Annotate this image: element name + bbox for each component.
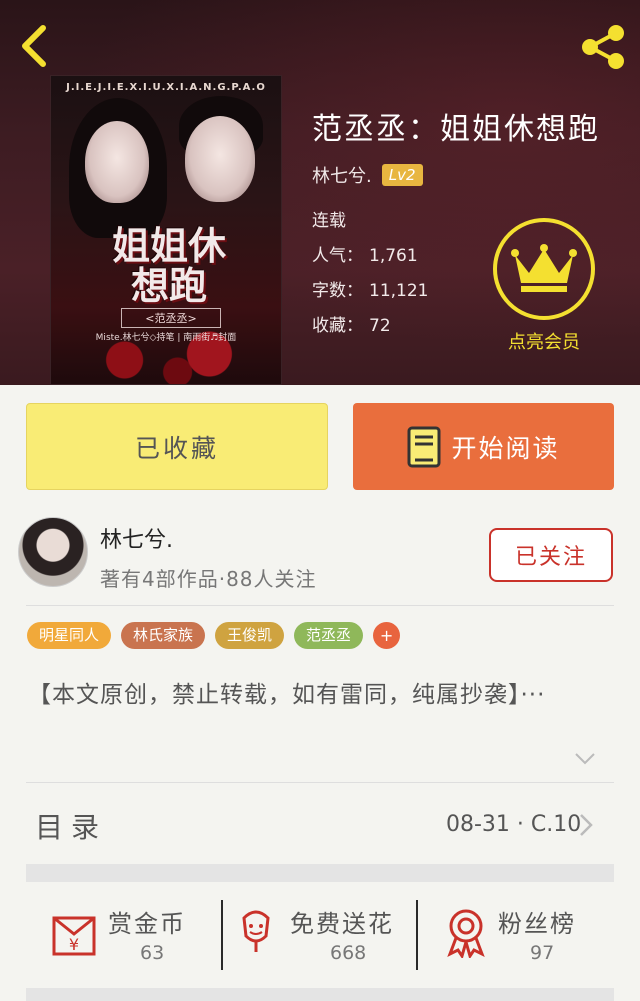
tag-item[interactable]: 明星同人 bbox=[27, 622, 112, 649]
table-of-contents-row[interactable]: 目录 08-31 · C.10 bbox=[0, 784, 640, 864]
free-flower-count: 668 bbox=[330, 942, 367, 964]
follow-button[interactable]: 已关注 bbox=[489, 528, 613, 582]
chevron-right-icon bbox=[580, 814, 593, 836]
medal-icon bbox=[447, 909, 485, 958]
vip-label: 点亮会员 bbox=[508, 332, 580, 353]
free-flower-label: 免费送花 bbox=[290, 910, 394, 938]
cover-figure-face-left bbox=[85, 121, 149, 203]
divider bbox=[26, 782, 614, 783]
book-cover[interactable]: J.I.E.J.I.E.X.I.U.X.I.A.N.G.P.A.O 姐姐休想跑 … bbox=[50, 75, 282, 385]
start-reading-label: 开始阅读 bbox=[451, 433, 560, 463]
tag-item[interactable]: 范丞丞 bbox=[294, 622, 364, 649]
fan-ranking-label: 粉丝榜 bbox=[498, 910, 576, 938]
stat-value: 11,121 bbox=[369, 281, 429, 301]
toc-label: 目录 bbox=[35, 811, 108, 844]
vip-button[interactable]: 点亮会员 bbox=[492, 218, 596, 354]
share-button[interactable] bbox=[578, 22, 628, 72]
book-title: 范丞丞：姐姐休想跑 bbox=[312, 112, 600, 147]
fan-ranking-button[interactable]: 粉丝榜 97 bbox=[420, 886, 620, 986]
reward-coins-count: 63 bbox=[140, 942, 165, 964]
tag-item[interactable]: 林氏家族 bbox=[121, 622, 206, 649]
flower-icon bbox=[242, 910, 270, 952]
red-envelope-icon: ¥ bbox=[52, 916, 96, 956]
tag-list: 明星同人 林氏家族 王俊凯 范丞丞 + bbox=[27, 622, 401, 649]
cover-subtitle: <范丞丞> bbox=[121, 308, 221, 328]
add-tag-button[interactable]: + bbox=[373, 622, 401, 649]
stat-label: 收藏： bbox=[312, 316, 363, 336]
reward-coins-button[interactable]: ¥ 赏金币 63 bbox=[0, 886, 222, 986]
collect-label: 已收藏 bbox=[134, 433, 219, 463]
section-gap bbox=[26, 864, 614, 882]
divider bbox=[416, 900, 418, 970]
follow-label: 已关注 bbox=[514, 545, 587, 570]
book-author[interactable]: 林七兮. bbox=[312, 162, 372, 188]
section-gap bbox=[26, 988, 614, 1001]
divider bbox=[221, 900, 223, 970]
avatar[interactable] bbox=[18, 517, 88, 587]
stat-label: 字数： bbox=[312, 281, 363, 301]
bottom-actions: ¥ 赏金币 63 免费送花 668 粉丝榜 97 bbox=[0, 886, 640, 986]
fan-ranking-count: 97 bbox=[530, 942, 555, 964]
chevron-down-icon[interactable] bbox=[574, 752, 596, 766]
free-flower-button[interactable]: 免费送花 668 bbox=[224, 886, 416, 986]
svg-text:¥: ¥ bbox=[69, 935, 79, 954]
tag-item[interactable]: 王俊凯 bbox=[215, 622, 285, 649]
book-header: J.I.E.J.I.E.X.I.U.X.I.A.N.G.P.A.O 姐姐休想跑 … bbox=[0, 0, 640, 385]
book-author-row: 林七兮. Lv2 bbox=[312, 162, 600, 188]
stat-label: 人气： bbox=[312, 246, 363, 266]
book-icon bbox=[407, 426, 441, 467]
level-badge: Lv2 bbox=[381, 164, 423, 186]
author-meta: 著有4部作品·88人关注 bbox=[100, 567, 317, 591]
share-icon bbox=[582, 25, 624, 69]
start-reading-button[interactable]: 开始阅读 bbox=[353, 403, 614, 490]
toc-latest-update: 08-31 · C.10 bbox=[446, 812, 582, 837]
book-description: 【本文原创，禁止转载，如有雷同，纯属抄袭】··· bbox=[28, 682, 546, 708]
collect-button[interactable]: 已收藏 bbox=[26, 403, 328, 490]
vip-circle bbox=[493, 218, 595, 320]
stat-label: 连载 bbox=[312, 211, 346, 231]
reward-coins-label: 赏金币 bbox=[108, 910, 186, 938]
stat-value: 72 bbox=[369, 316, 391, 336]
stat-value: 1,761 bbox=[369, 246, 418, 266]
back-button[interactable] bbox=[14, 22, 54, 70]
crown-icon bbox=[511, 244, 577, 292]
author-card: 林七兮. 著有4部作品·88人关注 已关注 bbox=[0, 505, 640, 605]
cover-title: 姐姐休想跑 bbox=[111, 223, 226, 308]
divider bbox=[26, 605, 614, 606]
cover-figure-face-right bbox=[185, 116, 255, 202]
chevron-left-icon bbox=[22, 25, 46, 67]
author-name[interactable]: 林七兮. bbox=[100, 522, 173, 554]
cover-credit: Miste.林七兮◇持笔 | 南雨街♬封面 bbox=[95, 333, 237, 343]
cover-top-text: J.I.E.J.I.E.X.I.U.X.I.A.N.G.P.A.O bbox=[66, 82, 266, 93]
